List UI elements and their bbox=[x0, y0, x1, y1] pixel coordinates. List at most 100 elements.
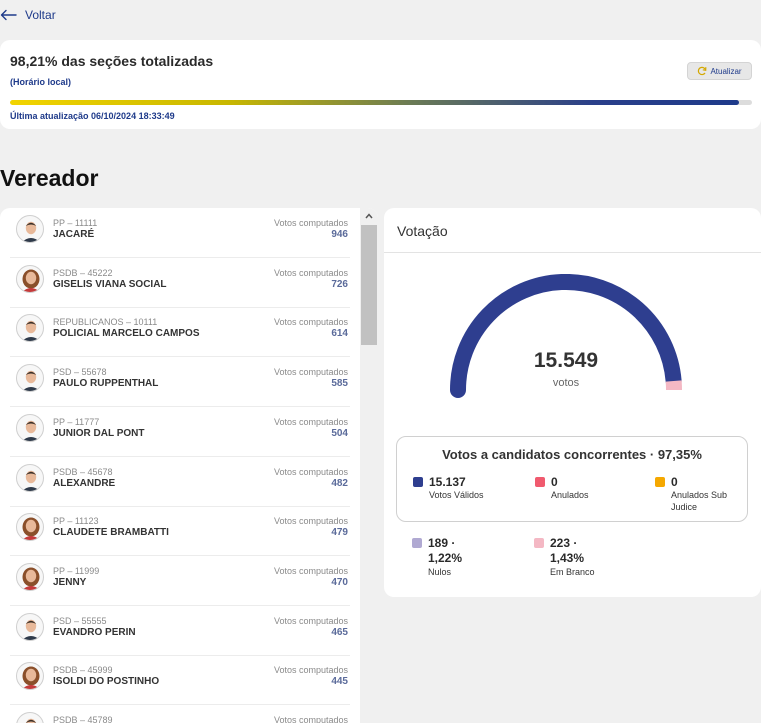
back-label: Voltar bbox=[25, 8, 56, 22]
candidate-votes: 585 bbox=[331, 378, 348, 390]
male-avatar-icon bbox=[16, 612, 44, 641]
candidate-row[interactable]: PSDB – 45999 ISOLDI DO POSTINHO Votos comp… bbox=[10, 655, 350, 706]
candidate-party-number: PSD – 55555 bbox=[53, 615, 107, 626]
candidate-row[interactable]: PP – 11111 JACARÉ Votos computados 946 bbox=[10, 208, 350, 258]
refresh-icon bbox=[698, 66, 707, 76]
candidate-name: POLICIAL MARCELO CAMPOS bbox=[53, 328, 200, 340]
candidate-row[interactable]: PP – 11123 CLAUDETE BRAMBATTI Votos comput… bbox=[10, 506, 350, 557]
annulled-sub-judice-value: 0 bbox=[671, 475, 678, 489]
candidate-name: ISOLDI DO POSTINHO bbox=[53, 676, 160, 688]
valid-votes-swatch bbox=[413, 477, 423, 487]
annulled-votes-value: 0 bbox=[551, 475, 558, 489]
divider bbox=[384, 252, 761, 253]
blank-votes-label: Em Branco bbox=[550, 567, 595, 577]
candidate-party-number: PP – 11999 bbox=[53, 565, 100, 576]
candidate-name: PAULO RUPPENTHAL bbox=[53, 378, 159, 390]
votes-computed-label: Votos computados bbox=[273, 267, 348, 278]
total-votes-value: 15.549 bbox=[533, 349, 599, 372]
candidate-row[interactable]: PP – 11999 JENNY Votos computados 470 bbox=[10, 556, 350, 606]
null-votes-label: Nulos bbox=[428, 567, 452, 577]
last-update-text: Última atualização 06/10/2024 18:33:49 bbox=[10, 111, 175, 121]
refresh-button[interactable]: Atualizar bbox=[687, 62, 752, 80]
candidate-votes: 482 bbox=[331, 477, 348, 489]
valid-votes-value: 15.137 bbox=[429, 475, 466, 489]
candidate-votes: 726 bbox=[331, 278, 348, 290]
male-avatar-icon bbox=[16, 712, 44, 723]
annulled-votes-label: Anulados bbox=[551, 490, 589, 500]
candidate-votes: 479 bbox=[331, 527, 348, 539]
votes-computed-label: Votos computados bbox=[273, 665, 348, 676]
total-votes-label: votos bbox=[552, 377, 580, 389]
null-votes-swatch bbox=[412, 538, 422, 548]
candidate-party-number: PSDB – 45678 bbox=[53, 466, 113, 477]
candidate-votes: 946 bbox=[331, 229, 348, 240]
blank-votes-percent: 1,43% bbox=[550, 551, 585, 565]
candidate-party-number: PSDB – 45999 bbox=[53, 665, 113, 676]
candidate-votes: 504 bbox=[331, 427, 348, 439]
votacao-title: Votação bbox=[397, 223, 448, 239]
candidate-party-number: PP – 11111 bbox=[53, 218, 98, 228]
candidate-party-number: PP – 11123 bbox=[53, 516, 99, 527]
female-avatar-icon bbox=[16, 562, 44, 591]
candidate-row[interactable]: PSDB – 45678 ALEXANDRE Votos computados 482 bbox=[10, 457, 350, 507]
votes-computed-label: Votos computados bbox=[273, 466, 348, 477]
scroll-up-arrow-icon[interactable] bbox=[364, 211, 374, 221]
candidate-row[interactable]: PP – 11777 JUNIOR DAL PONT Votos computado… bbox=[10, 407, 350, 457]
competing-votes-box: Votos a candidatos concorrentes · 97,35%… bbox=[396, 436, 748, 522]
candidate-votes: 614 bbox=[331, 328, 348, 340]
candidate-party-number: PSDB – 45222 bbox=[53, 267, 113, 278]
votes-computed-label: Votos computados bbox=[273, 715, 348, 723]
annulled-votes-swatch bbox=[535, 477, 545, 487]
votes-computed-label: Votos computados bbox=[273, 516, 348, 527]
male-avatar-icon bbox=[16, 215, 44, 243]
male-avatar-icon bbox=[16, 463, 44, 492]
female-avatar-icon bbox=[16, 662, 44, 691]
male-avatar-icon bbox=[16, 364, 44, 393]
candidate-votes: 465 bbox=[331, 626, 348, 638]
candidate-votes: 445 bbox=[331, 676, 348, 688]
candidate-party-number: REPUBLICANOS – 10111 bbox=[53, 317, 158, 328]
candidate-name: JACARÉ bbox=[53, 229, 95, 240]
annulled-sub-judice-swatch bbox=[655, 477, 665, 487]
arrow-left-icon bbox=[0, 9, 17, 21]
candidate-list: PP – 11111 JACARÉ Votos computados 946 PSDB … bbox=[0, 208, 358, 723]
candidate-name: CLAUDETE BRAMBATTI bbox=[53, 527, 169, 539]
scrollbar-thumb[interactable] bbox=[361, 225, 377, 345]
candidate-party-number: PSDB – 45789 bbox=[53, 715, 113, 723]
male-avatar-icon bbox=[16, 413, 44, 442]
candidate-row[interactable]: PSD – 55678 PAULO RUPPENTHAL Votos computa… bbox=[10, 357, 350, 408]
null-votes-value: 189 · bbox=[428, 536, 456, 550]
candidate-row[interactable]: REPUBLICANOS – 10111 POLICIAL MARCELO CAM… bbox=[10, 307, 350, 358]
office-title: Vereador bbox=[0, 165, 99, 191]
votes-computed-label: Votos computados bbox=[273, 416, 348, 427]
votes-computed-label: Votos computados bbox=[273, 317, 348, 328]
back-link[interactable]: Voltar bbox=[0, 8, 56, 22]
totalization-progress-fill bbox=[10, 100, 739, 105]
null-votes-percent: 1,22% bbox=[428, 551, 463, 565]
candidate-party-number: PSD – 55678 bbox=[53, 367, 107, 378]
competing-votes-title: Votos a candidatos concorrentes · 97,35% bbox=[442, 447, 702, 462]
candidate-row[interactable]: PSDB – 45222 GISELIS VIANA SOCIAL Votos co… bbox=[10, 258, 350, 308]
votes-computed-label: Votos computados bbox=[273, 367, 348, 378]
votacao-card: Votação 15.549 votos Votos a candidatos … bbox=[384, 208, 761, 597]
female-avatar-icon bbox=[16, 264, 44, 293]
blank-votes-swatch bbox=[534, 538, 544, 548]
candidate-party-number: PP – 11777 bbox=[53, 416, 100, 427]
candidate-name: EVANDRO PERIN bbox=[53, 626, 136, 638]
candidate-name: ALEXANDRE bbox=[53, 477, 116, 489]
totalization-card: 98,21% das seções totalizadas (Horário l… bbox=[0, 40, 761, 129]
votes-computed-label: Votos computados bbox=[273, 615, 348, 626]
blank-votes-value: 223 · bbox=[550, 536, 578, 550]
valid-votes-label: Votos Válidos bbox=[429, 490, 484, 500]
votes-computed-label: Votos computados bbox=[273, 565, 348, 576]
candidate-name: JUNIOR DAL PONT bbox=[53, 427, 145, 439]
refresh-label: Atualizar bbox=[710, 66, 742, 76]
candidate-list-panel: PP – 11111 JACARÉ Votos computados 946 PSDB … bbox=[0, 208, 378, 723]
local-time-note: (Horário local) bbox=[10, 77, 72, 87]
annulled-sub-judice-label: Anulados Sub Judice bbox=[671, 490, 728, 512]
candidate-votes: 470 bbox=[331, 576, 348, 588]
totalization-progress-bar bbox=[10, 100, 752, 105]
candidate-row[interactable]: PSD – 55555 EVANDRO PERIN Votos computados… bbox=[10, 606, 350, 656]
totalization-title: 98,21% das seções totalizadas bbox=[10, 53, 214, 69]
candidate-row[interactable]: PSDB – 45789 Votos computados bbox=[10, 705, 350, 723]
